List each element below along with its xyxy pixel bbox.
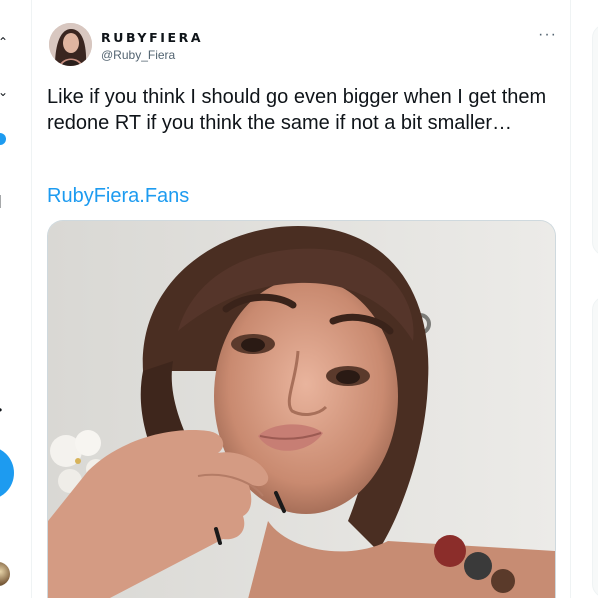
user-handle[interactable]: @Ruby_Fiera	[101, 48, 175, 62]
tweet-media-photo[interactable]	[47, 220, 556, 598]
avatar[interactable]	[49, 23, 92, 66]
nav-icon-partial[interactable]: ⌃	[0, 36, 8, 48]
right-sidebar-partial	[584, 0, 598, 598]
tweet-text: Like if you think I should go even bigge…	[47, 86, 547, 134]
nav-icon-partial[interactable]: ⌄	[0, 86, 8, 98]
notification-dot-icon[interactable]	[0, 133, 6, 145]
avatar-image	[49, 23, 92, 66]
right-card-partial	[592, 24, 598, 256]
tweet-link[interactable]: RubyFiera.Fans	[47, 184, 189, 208]
nav-icon-partial[interactable]: |	[0, 193, 6, 207]
timeline-column: RUBYFIERA @Ruby_Fiera ··· Like if you th…	[31, 0, 571, 598]
more-options-icon[interactable]: ···	[538, 26, 557, 44]
account-avatar[interactable]	[0, 562, 10, 586]
right-card-partial	[592, 296, 598, 598]
twitter-timeline-view: ⌃ ⌄ | • RUBYFIERA @Ruby_Fiera ··· Like i…	[0, 0, 598, 598]
photo-image	[48, 221, 555, 598]
left-navigation-rail: ⌃ ⌄ | •	[0, 0, 18, 598]
compose-icon[interactable]	[0, 446, 14, 500]
nav-icon-partial[interactable]: •	[0, 404, 6, 416]
display-name[interactable]: RUBYFIERA	[101, 30, 203, 45]
